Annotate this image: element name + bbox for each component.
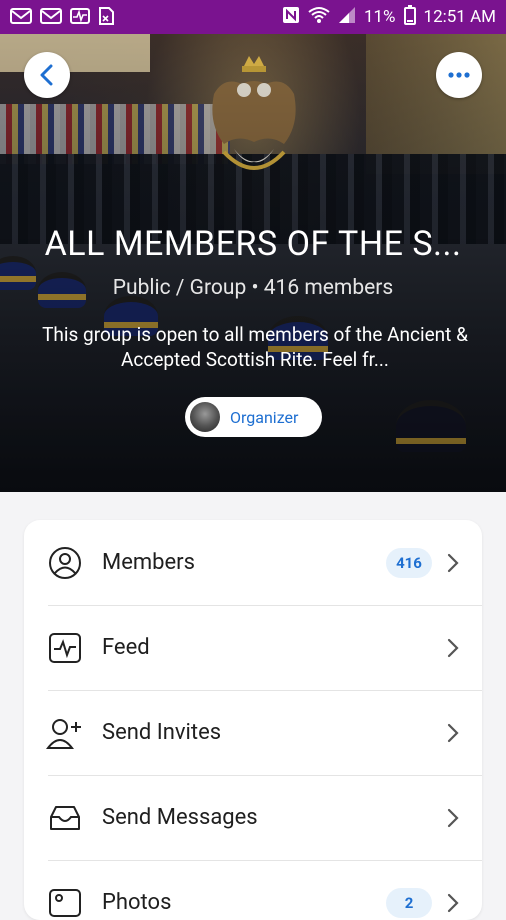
document-icon — [98, 7, 114, 28]
photo-icon — [46, 884, 84, 920]
menu-item-label: Members — [102, 550, 195, 575]
activity-feed-icon — [46, 629, 84, 667]
menu-item-send-invites[interactable]: Send Invites — [24, 690, 482, 775]
group-description: This group is open to all members of the… — [40, 322, 470, 372]
menu-item-label: Send Invites — [102, 720, 221, 745]
nfc-icon — [282, 6, 300, 29]
menu-item-members[interactable]: Members 416 — [24, 520, 482, 605]
members-count-badge: 416 — [386, 548, 432, 578]
chevron-right-icon — [446, 807, 460, 829]
chevron-right-icon — [446, 892, 460, 914]
system-icons: 11% 12:51 AM — [282, 5, 496, 30]
menu-item-photos[interactable]: Photos 2 — [24, 860, 482, 920]
menu-item-label: Feed — [102, 635, 150, 660]
battery-icon — [404, 5, 416, 30]
organizer-chip[interactable]: Organizer — [185, 397, 322, 437]
chevron-right-icon — [446, 552, 460, 574]
activity-icon — [70, 8, 90, 27]
status-bar: 11% 12:51 AM — [0, 0, 506, 34]
more-options-button[interactable] — [436, 52, 482, 98]
add-person-icon — [46, 714, 84, 752]
signal-icon — [338, 6, 356, 29]
notification-icons — [10, 7, 114, 28]
back-button[interactable] — [24, 52, 70, 98]
menu-item-send-messages[interactable]: Send Messages — [24, 775, 482, 860]
photos-count-badge: 2 — [386, 888, 432, 918]
more-dots-icon — [448, 72, 470, 78]
group-subtitle: Public / Group • 416 members — [0, 276, 506, 300]
menu-item-feed[interactable]: Feed — [24, 605, 482, 690]
menu-item-label: Photos — [102, 890, 171, 915]
organizer-label: Organizer — [230, 408, 298, 427]
chevron-right-icon — [446, 722, 460, 744]
back-arrow-icon — [38, 64, 56, 86]
organizer-avatar — [190, 402, 220, 432]
group-title: ALL MEMBERS OF THE S... — [0, 224, 506, 264]
gmail-icon — [40, 8, 62, 27]
group-menu-card: Members 416 Feed Send Invites Send Messa… — [24, 520, 482, 920]
person-circle-icon — [46, 544, 84, 582]
menu-item-label: Send Messages — [102, 805, 258, 830]
inbox-icon — [46, 799, 84, 837]
wifi-icon — [308, 6, 330, 29]
clock: 12:51 AM — [424, 7, 496, 27]
battery-percent: 11% — [364, 7, 396, 27]
gmail-icon — [10, 8, 32, 27]
chevron-right-icon — [446, 637, 460, 659]
group-cover-image: ALL MEMBERS OF THE S... Public / Group •… — [0, 34, 506, 492]
